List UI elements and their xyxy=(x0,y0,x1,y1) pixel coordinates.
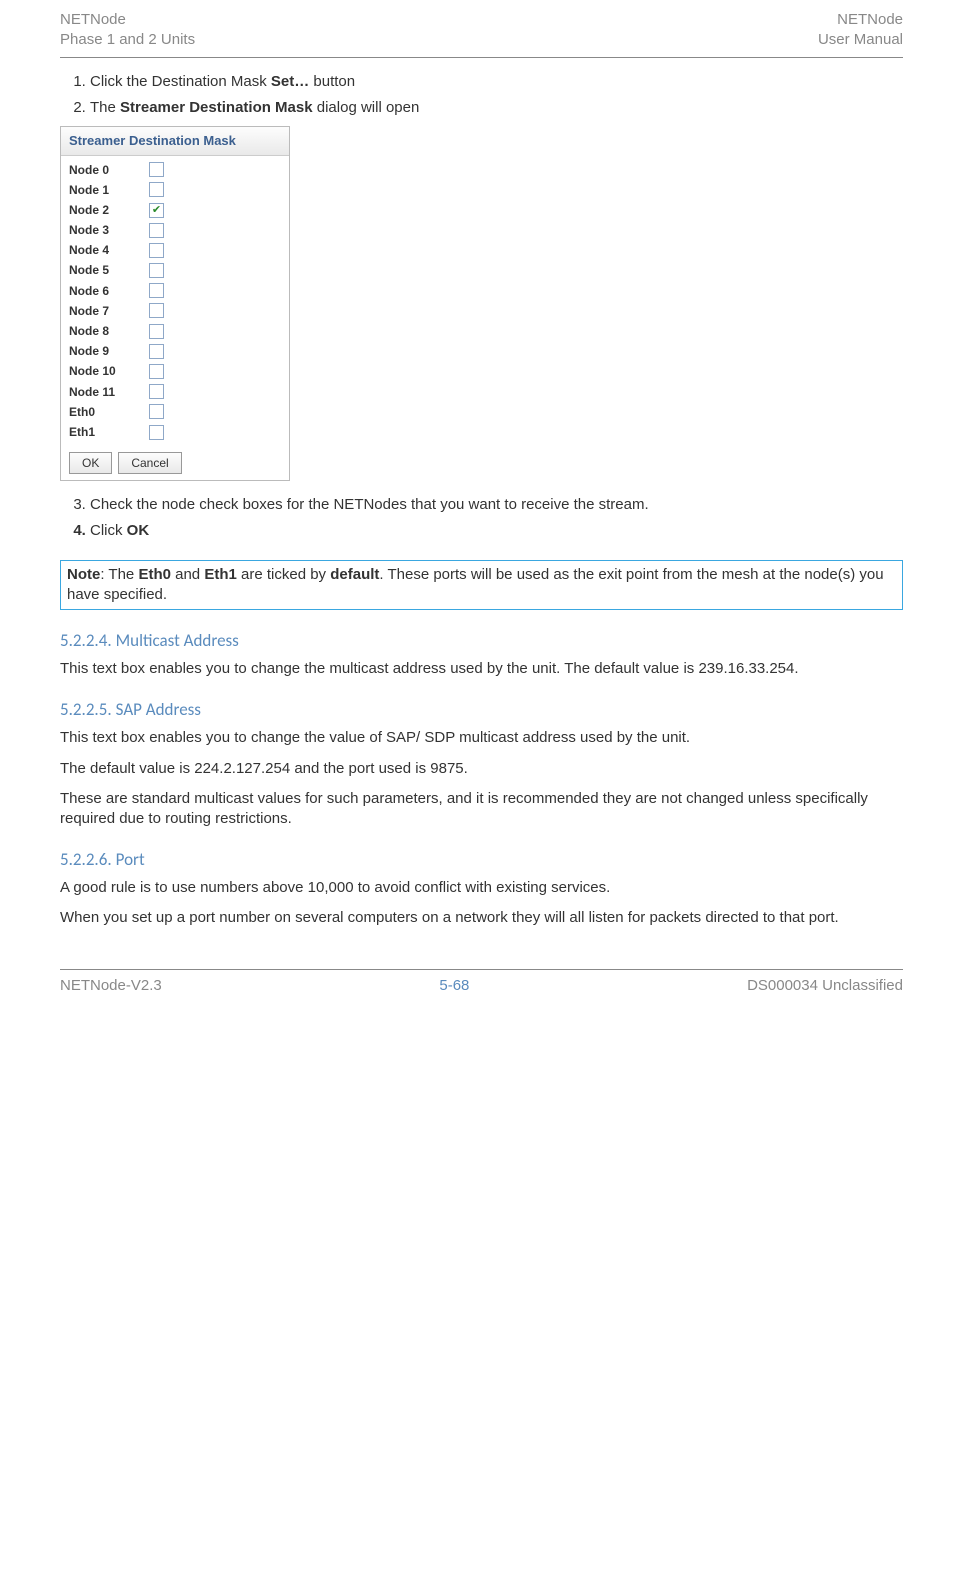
section-multicast-body: This text box enables you to change the … xyxy=(60,659,903,679)
step-1: Click the Destination Mask Set… button xyxy=(90,72,903,92)
node-label: Node 3 xyxy=(69,222,149,238)
node-row: Eth1 xyxy=(69,422,281,442)
note-b3: default xyxy=(330,566,379,583)
note-t1: : The xyxy=(100,566,138,583)
step-3: Check the node check boxes for the NETNo… xyxy=(90,495,903,515)
page-header: NETNode Phase 1 and 2 Units NETNode User… xyxy=(60,10,903,58)
step-4: Click OK xyxy=(90,521,903,541)
node-checkbox[interactable] xyxy=(149,324,164,339)
step-1-post: button xyxy=(309,73,355,90)
section-multicast-heading: 5.2.2.4.Multicast Address xyxy=(60,630,903,653)
node-row: Node 5 xyxy=(69,260,281,280)
node-row: Node 10 xyxy=(69,361,281,381)
header-doc-type: User Manual xyxy=(818,30,903,50)
cancel-button[interactable]: Cancel xyxy=(118,452,181,474)
dialog-button-row: OK Cancel xyxy=(61,446,289,480)
node-checkbox[interactable] xyxy=(149,162,164,177)
node-checkbox[interactable] xyxy=(149,344,164,359)
section-multicast-title: Multicast Address xyxy=(116,630,239,651)
step-4-pre: Click xyxy=(90,522,127,539)
header-product: NETNode xyxy=(60,10,195,30)
footer-right: DS000034 Unclassified xyxy=(747,976,903,996)
node-row: Node 0 xyxy=(69,160,281,180)
note-label: Note xyxy=(67,566,100,583)
node-checkbox[interactable] xyxy=(149,425,164,440)
node-row: Node 11 xyxy=(69,382,281,402)
node-label: Node 6 xyxy=(69,283,149,299)
steps-list-a: Click the Destination Mask Set… button T… xyxy=(60,72,903,119)
node-label: Node 10 xyxy=(69,363,149,379)
node-checkbox[interactable] xyxy=(149,364,164,379)
step-2-post: dialog will open xyxy=(313,99,420,116)
step-2: The Streamer Destination Mask dialog wil… xyxy=(90,98,903,118)
node-label: Node 11 xyxy=(69,384,149,400)
ok-button[interactable]: OK xyxy=(69,452,112,474)
section-port-num: 5.2.2.6. xyxy=(60,849,112,870)
node-row: Node 3 xyxy=(69,220,281,240)
section-sap-title: SAP Address xyxy=(116,699,201,720)
node-row: Node 2✔ xyxy=(69,200,281,220)
section-port-body1: A good rule is to use numbers above 10,0… xyxy=(60,878,903,898)
note-box: Note: The Eth0 and Eth1 are ticked by de… xyxy=(60,560,903,611)
step-4-bold: OK xyxy=(127,522,150,539)
dialog-body: Node 0Node 1Node 2✔Node 3Node 4Node 5Nod… xyxy=(61,156,289,447)
node-checkbox[interactable] xyxy=(149,303,164,318)
section-port-heading: 5.2.2.6.Port xyxy=(60,849,903,872)
step-2-pre: The xyxy=(90,99,120,116)
node-checkbox[interactable]: ✔ xyxy=(149,203,164,218)
node-label: Node 2 xyxy=(69,202,149,218)
note-b2: Eth1 xyxy=(204,566,237,583)
header-right: NETNode User Manual xyxy=(818,10,903,51)
node-row: Node 7 xyxy=(69,301,281,321)
node-checkbox[interactable] xyxy=(149,384,164,399)
section-sap-body1: This text box enables you to change the … xyxy=(60,728,903,748)
step-1-pre: Click the Destination Mask xyxy=(90,73,271,90)
node-row: Eth0 xyxy=(69,402,281,422)
node-label: Node 0 xyxy=(69,162,149,178)
node-checkbox[interactable] xyxy=(149,283,164,298)
dialog-title: Streamer Destination Mask xyxy=(61,127,289,156)
node-label: Node 1 xyxy=(69,182,149,198)
node-checkbox[interactable] xyxy=(149,263,164,278)
node-checkbox[interactable] xyxy=(149,182,164,197)
section-sap-body2: The default value is 224.2.127.254 and t… xyxy=(60,759,903,779)
section-sap-heading: 5.2.2.5.SAP Address xyxy=(60,699,903,722)
node-row: Node 1 xyxy=(69,180,281,200)
streamer-destination-mask-dialog: Streamer Destination Mask Node 0 Node 1 No… xyxy=(60,126,290,481)
section-multicast-num: 5.2.2.4. xyxy=(60,630,112,651)
node-label: Node 5 xyxy=(69,262,149,278)
node-checkbox[interactable] xyxy=(149,223,164,238)
node-row: Node 6 xyxy=(69,281,281,301)
step-2-bold: Streamer Destination Mask xyxy=(120,99,313,116)
node-label: Eth0 xyxy=(69,404,149,420)
header-subtitle: Phase 1 and 2 Units xyxy=(60,30,195,50)
note-t3: are ticked by xyxy=(237,566,330,583)
node-checkbox[interactable] xyxy=(149,243,164,258)
note-b1: Eth0 xyxy=(138,566,171,583)
node-row: Node 9 xyxy=(69,341,281,361)
node-label: Node 8 xyxy=(69,323,149,339)
node-label: Eth1 xyxy=(69,424,149,440)
footer-center: 5-68 xyxy=(439,976,469,996)
node-row: Node 8 xyxy=(69,321,281,341)
node-row: Node 4 xyxy=(69,240,281,260)
page-footer: NETNode-V2.3 5-68 DS000034 Unclassified xyxy=(60,969,903,996)
section-port-title: Port xyxy=(116,849,145,870)
section-sap-body3: These are standard multicast values for … xyxy=(60,789,903,830)
node-label: Node 4 xyxy=(69,242,149,258)
footer-left: NETNode-V2.3 xyxy=(60,976,162,996)
node-checkbox[interactable] xyxy=(149,404,164,419)
node-label: Node 7 xyxy=(69,303,149,319)
node-label: Node 9 xyxy=(69,343,149,359)
section-sap-num: 5.2.2.5. xyxy=(60,699,112,720)
note-t2: and xyxy=(171,566,204,583)
section-port-body2: When you set up a port number on several… xyxy=(60,908,903,928)
step-1-bold: Set… xyxy=(271,73,309,90)
header-left: NETNode Phase 1 and 2 Units xyxy=(60,10,195,51)
steps-list-b: Check the node check boxes for the NETNo… xyxy=(60,495,903,542)
header-product-r: NETNode xyxy=(818,10,903,30)
